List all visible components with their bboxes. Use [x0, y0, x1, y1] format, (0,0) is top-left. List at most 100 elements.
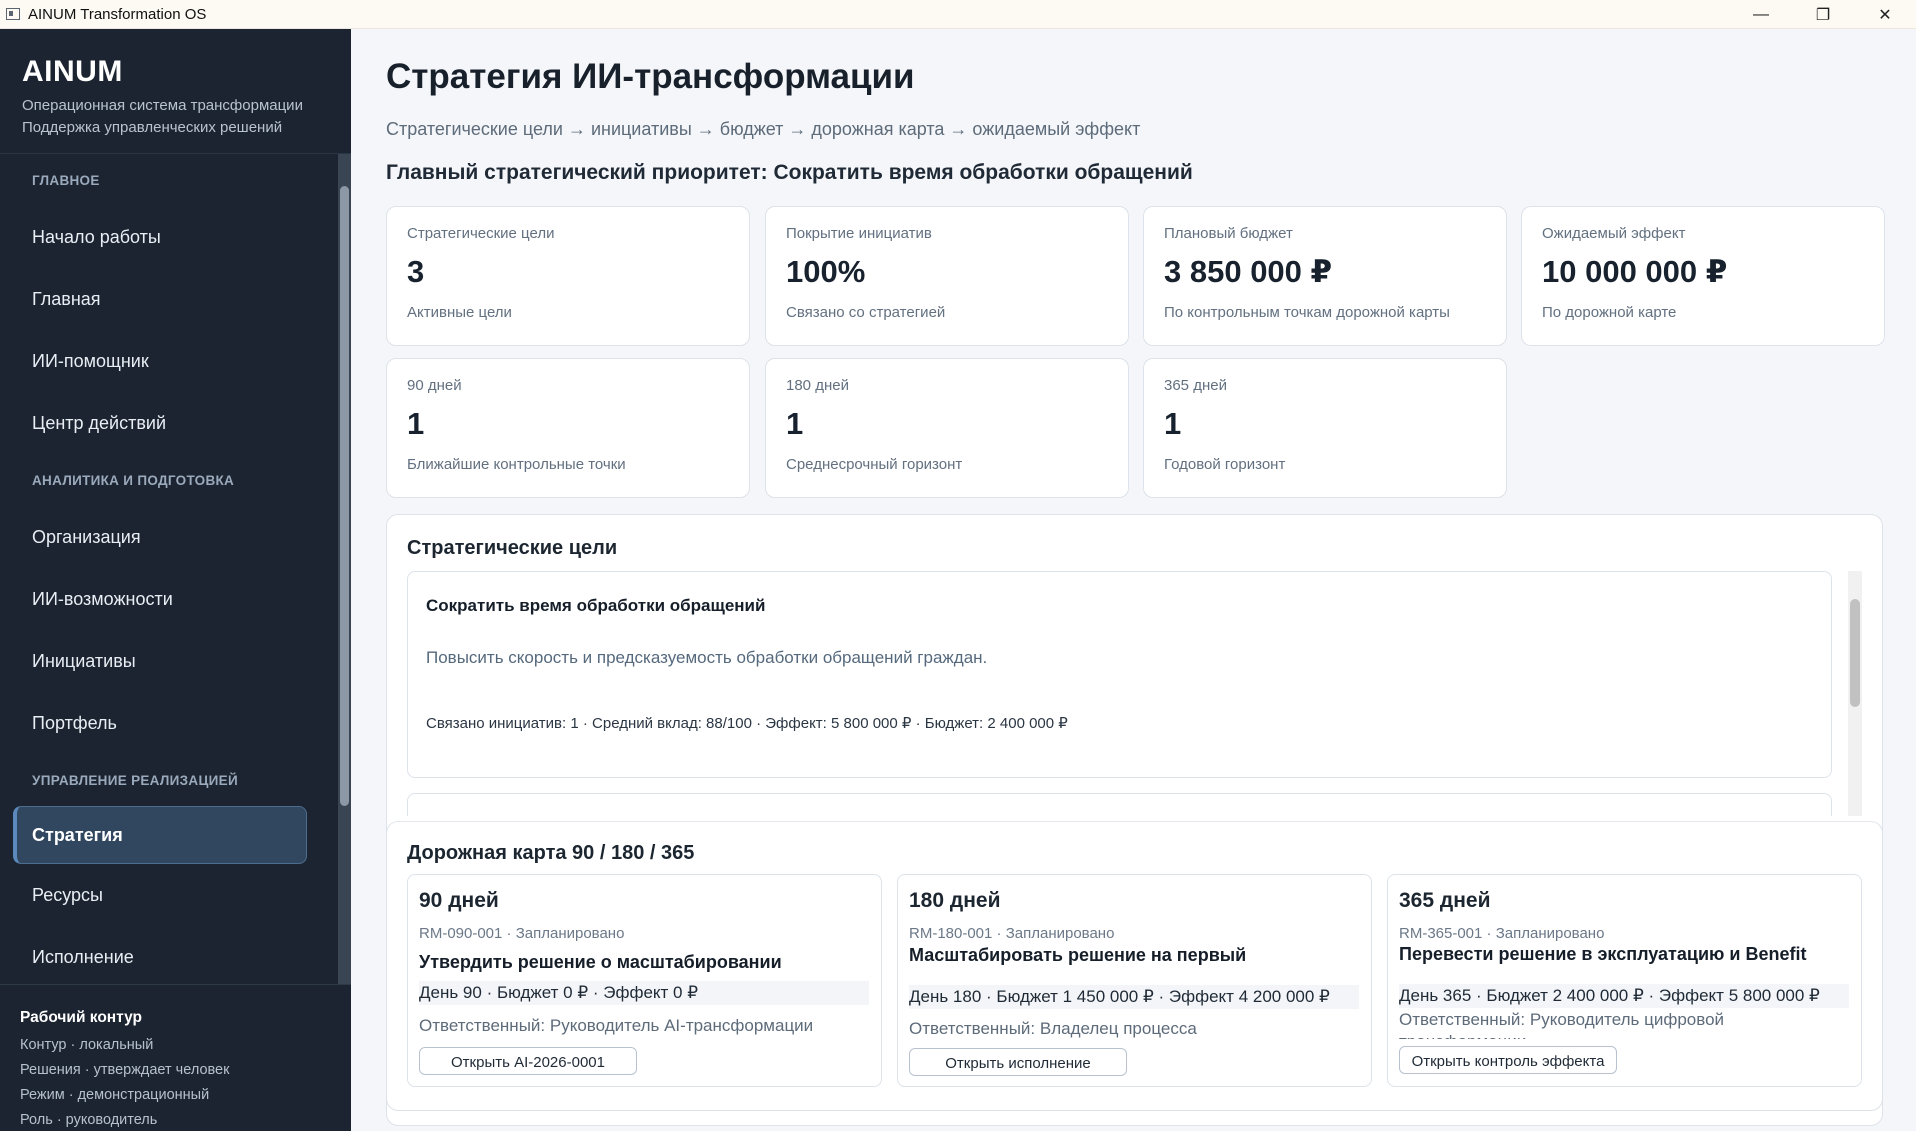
- sidebar-item-portfolio[interactable]: Портфель: [0, 692, 335, 754]
- roadmap-owner: Ответственный: Руководитель AI-трансформ…: [419, 1016, 814, 1035]
- roadmap-owner: Ответственный: Руководитель цифровой тра…: [1399, 1010, 1725, 1039]
- roadmap-horizon: 90 дней: [419, 889, 499, 912]
- kpi-card-effect: Ожидаемый эффект 10 000 000 ₽ По дорожно…: [1521, 206, 1885, 346]
- kpi-label: 180 дней: [786, 377, 849, 394]
- kpi-value: 1: [1164, 406, 1182, 441]
- app-window-icon: [6, 8, 20, 20]
- sidebar-scrollbar-thumb[interactable]: [340, 186, 349, 806]
- roadmap-id-status: RM-365-001 · Запланировано: [1399, 925, 1605, 942]
- sidebar-item-initiatives[interactable]: Инициативы: [0, 630, 335, 692]
- sidebar-item-assistant[interactable]: ИИ-помощник: [0, 330, 335, 392]
- open-benefit-tracking-button[interactable]: Открыть контроль эффекта: [1399, 1046, 1617, 1074]
- workspace-contour: Контур · локальный: [20, 1037, 154, 1053]
- goals-scrollbar[interactable]: [1848, 571, 1862, 816]
- roadmap-title: Дорожная карта 90 / 180 / 365: [407, 842, 695, 864]
- kpi-caption: Активные цели: [407, 304, 512, 321]
- sidebar-scrollbar[interactable]: [338, 154, 351, 984]
- kpi-value: 100%: [786, 254, 866, 289]
- roadmap-stats: День 365 · Бюджет 2 400 000 ₽ · Эффект 5…: [1399, 984, 1849, 1008]
- roadmap-horizon: 180 дней: [909, 889, 1001, 912]
- brand-block: AINUM Операционная система трансформации…: [0, 29, 351, 154]
- goals-list[interactable]: Сократить время обработки обращений Повы…: [407, 571, 1862, 816]
- sidebar-item-actions[interactable]: Центр действий: [0, 392, 335, 454]
- kpi-card-goals: Стратегические цели 3 Активные цели: [386, 206, 750, 346]
- strategic-priority: Главный стратегический приоритет: Сократ…: [386, 161, 1193, 184]
- roadmap-item-name: Перевести решение в эксплуатацию и Benef…: [1399, 944, 1807, 970]
- kpi-card-365-days: 365 дней 1 Годовой горизонт: [1143, 358, 1507, 498]
- maximize-icon[interactable]: ❐: [1792, 0, 1854, 29]
- open-initiative-button[interactable]: Открыть AI-2026-0001: [419, 1047, 637, 1075]
- nav-section-analytics: АНАЛИТИКА И ПОДГОТОВКА: [32, 472, 235, 488]
- roadmap-item-name: Масштабировать решение на первый произво…: [909, 945, 1247, 971]
- sidebar-item-home[interactable]: Главная: [0, 268, 335, 330]
- kpi-value: 3 850 000 ₽: [1164, 254, 1333, 289]
- main-content: Стратегия ИИ-трансформации Стратегически…: [351, 29, 1916, 1131]
- goal-title: Сократить время обработки обращений: [426, 596, 766, 615]
- kpi-value: 1: [407, 406, 425, 441]
- roadmap-horizon: 365 дней: [1399, 889, 1491, 912]
- page-title: Стратегия ИИ-трансформации: [386, 57, 915, 96]
- brand-name: AINUM: [22, 55, 123, 88]
- roadmap-item-name: Утвердить решение о масштабировании: [419, 952, 782, 972]
- sidebar-nav: ГЛАВНОЕ Начало работы Главная ИИ-помощни…: [0, 154, 335, 984]
- roadmap-card-365[interactable]: 365 дней RM-365-001 · Запланировано Пере…: [1387, 874, 1862, 1087]
- sidebar-item-resources[interactable]: Ресурсы: [0, 864, 335, 926]
- goal-meta: Связано инициатив: 1 · Средний вклад: 88…: [426, 715, 1068, 732]
- roadmap-stats: День 180 · Бюджет 1 450 000 ₽ · Эффект 4…: [909, 985, 1359, 1009]
- sidebar-item-start[interactable]: Начало работы: [0, 206, 335, 268]
- roadmap-id-status: RM-180-001 · Запланировано: [909, 925, 1115, 942]
- goal-description: Повысить скорость и предсказуемость обра…: [426, 648, 988, 667]
- roadmap-section: Дорожная карта 90 / 180 / 365 90 дней RM…: [351, 821, 1883, 1126]
- roadmap-panel: Дорожная карта 90 / 180 / 365 90 дней RM…: [386, 821, 1883, 1111]
- goal-card[interactable]: [407, 793, 1832, 816]
- kpi-value: 1: [786, 406, 804, 441]
- roadmap-card-90[interactable]: 90 дней RM-090-001 · Запланировано Утвер…: [407, 874, 882, 1087]
- kpi-card-180-days: 180 дней 1 Среднесрочный горизонт: [765, 358, 1129, 498]
- kpi-caption: По контрольным точкам дорожной карты: [1164, 304, 1450, 321]
- goals-scrollbar-thumb[interactable]: [1850, 599, 1860, 707]
- sidebar: AINUM Операционная система трансформации…: [0, 29, 351, 1131]
- kpi-label: Покрытие инициатив: [786, 225, 932, 242]
- sidebar-item-ai-opps[interactable]: ИИ-возможности: [0, 568, 335, 630]
- workspace-decisions: Решения · утверждает человек: [20, 1062, 230, 1078]
- kpi-label: Стратегические цели: [407, 225, 555, 242]
- page-subtitle: Стратегические цели → инициативы → бюдже…: [386, 119, 1141, 139]
- kpi-caption: Среднесрочный горизонт: [786, 456, 963, 473]
- kpi-label: Ожидаемый эффект: [1542, 225, 1686, 242]
- workspace-role: Роль · руководитель: [20, 1112, 158, 1128]
- kpi-card-budget: Плановый бюджет 3 850 000 ₽ По контрольн…: [1143, 206, 1507, 346]
- kpi-value: 10 000 000 ₽: [1542, 254, 1728, 289]
- kpi-caption: Годовой горизонт: [1164, 456, 1286, 473]
- sidebar-item-execution[interactable]: Исполнение: [0, 926, 335, 984]
- kpi-value: 3: [407, 254, 425, 289]
- brand-subtitle: Операционная система трансформации Подде…: [22, 95, 329, 139]
- kpi-label: 365 дней: [1164, 377, 1227, 394]
- roadmap-card-180[interactable]: 180 дней RM-180-001 · Запланировано Масш…: [897, 874, 1372, 1087]
- kpi-label: Плановый бюджет: [1164, 225, 1293, 242]
- window-controls: — ❐ ✕: [1730, 0, 1916, 29]
- roadmap-stats: День 90 · Бюджет 0 ₽ · Эффект 0 ₽: [419, 981, 869, 1005]
- workspace-info: Рабочий контур Контур · локальный Решени…: [0, 984, 351, 1131]
- kpi-label: 90 дней: [407, 377, 462, 394]
- nav-section-main: ГЛАВНОЕ: [32, 172, 100, 188]
- brand-subtitle-line-1: Операционная система трансформации: [22, 97, 303, 114]
- kpi-card-90-days: 90 дней 1 Ближайшие контрольные точки: [386, 358, 750, 498]
- goal-card[interactable]: Сократить время обработки обращений Повы…: [407, 571, 1832, 778]
- kpi-caption: Ближайшие контрольные точки: [407, 456, 626, 473]
- sidebar-item-strategy[interactable]: Стратегия: [13, 806, 307, 864]
- kpi-caption: Связано со стратегией: [786, 304, 946, 321]
- minimize-icon[interactable]: —: [1730, 0, 1792, 29]
- window-title: AINUM Transformation OS: [28, 5, 207, 23]
- roadmap-id-status: RM-090-001 · Запланировано: [419, 925, 625, 942]
- goals-panel-title: Стратегические цели: [407, 537, 618, 559]
- sidebar-item-org[interactable]: Организация: [0, 506, 335, 568]
- workspace-mode: Режим · демонстрационный: [20, 1087, 210, 1103]
- window-titlebar: AINUM Transformation OS — ❐ ✕: [0, 0, 1916, 29]
- open-execution-button[interactable]: Открыть исполнение: [909, 1048, 1127, 1076]
- nav-section-execution: УПРАВЛЕНИЕ РЕАЛИЗАЦИЕЙ: [32, 772, 238, 788]
- kpi-card-coverage: Покрытие инициатив 100% Связано со страт…: [765, 206, 1129, 346]
- workspace-title: Рабочий контур: [20, 1009, 143, 1026]
- close-icon[interactable]: ✕: [1854, 0, 1916, 29]
- roadmap-owner: Ответственный: Владелец процесса: [909, 1019, 1197, 1038]
- kpi-caption: По дорожной карте: [1542, 304, 1677, 321]
